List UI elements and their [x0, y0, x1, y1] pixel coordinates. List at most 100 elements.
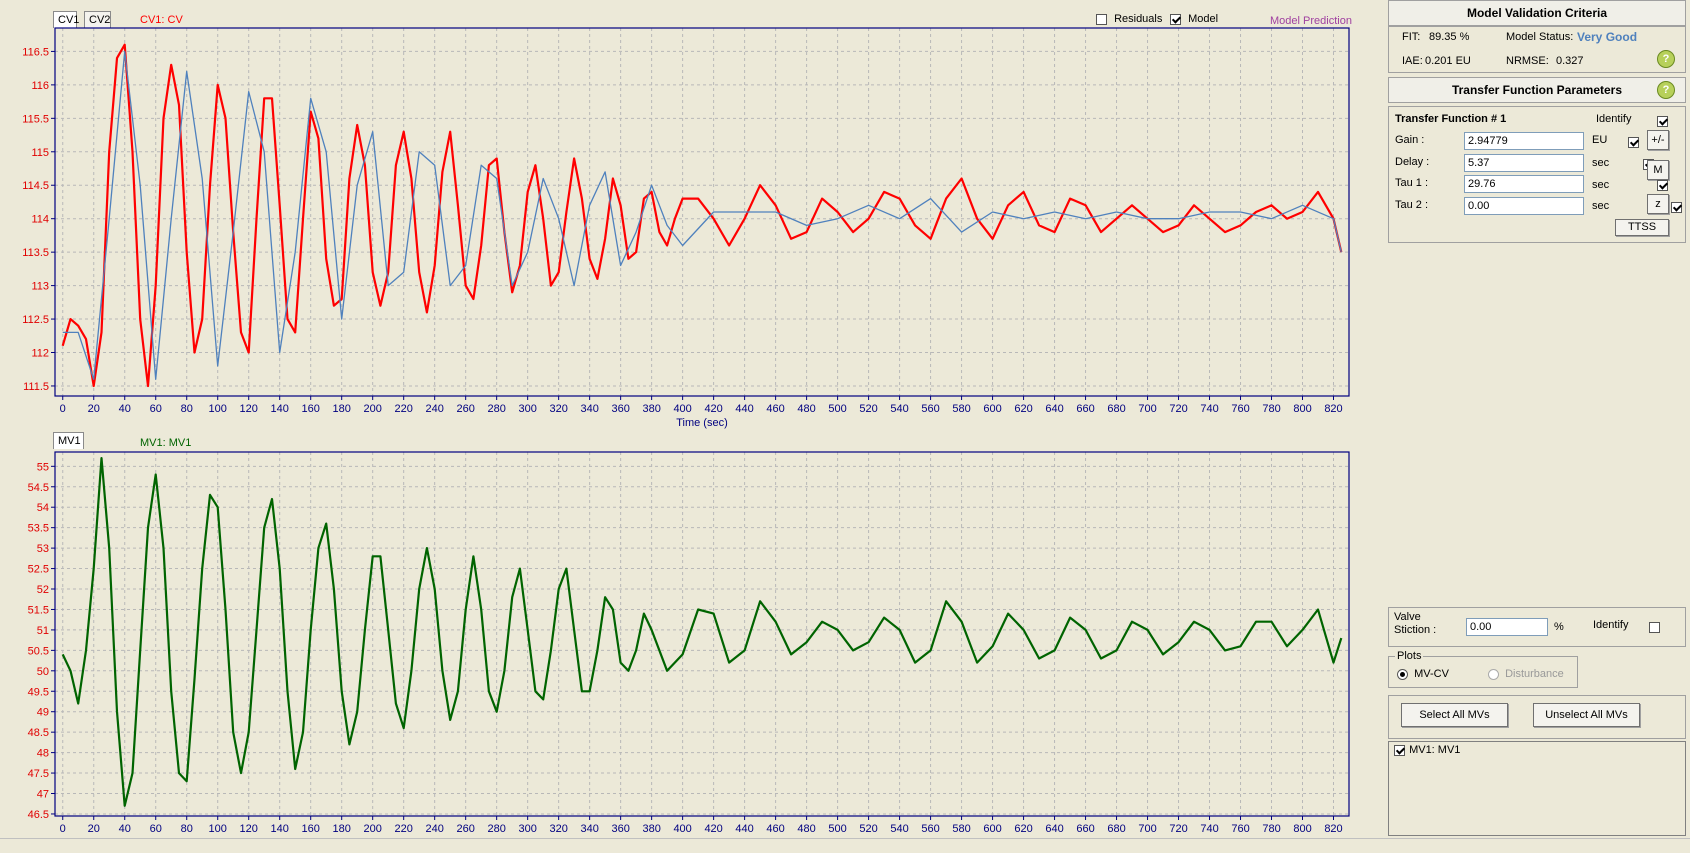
- x-tick-label: 540: [890, 403, 908, 415]
- m-button[interactable]: M: [1647, 160, 1669, 180]
- x-tick-label: 20: [88, 403, 100, 415]
- y-tick-label: 114: [31, 214, 49, 226]
- plot-option-disturbance[interactable]: Disturbance: [1488, 668, 1564, 680]
- valve-unit: %: [1554, 621, 1564, 633]
- y-tick-label: 111.5: [23, 381, 49, 393]
- tf-help-icon[interactable]: ?: [1657, 81, 1675, 99]
- x-tick-label: 300: [518, 823, 536, 835]
- mv-list-item[interactable]: MV1: MV1: [1394, 744, 1460, 756]
- x-tick-label: 260: [456, 403, 474, 415]
- gain-checkbox[interactable]: [1628, 137, 1640, 149]
- x-tick-label: 180: [333, 823, 351, 835]
- plot-option-mvcv[interactable]: MV-CV: [1397, 668, 1449, 680]
- x-tick-label: 500: [828, 403, 846, 415]
- tau2-label: Tau 2 :: [1395, 199, 1429, 211]
- x-tick-label: 780: [1262, 823, 1280, 835]
- select-all-mvs-button[interactable]: Select All MVs: [1401, 703, 1508, 727]
- x-tick-label: 160: [302, 403, 320, 415]
- tau1-checkbox[interactable]: [1657, 180, 1669, 192]
- chart-area: CV1 CV2 CV1: CV Residuals Model Model Pr…: [0, 0, 1382, 852]
- x-tick-label: 440: [735, 823, 753, 835]
- right-panel: Model Validation Criteria FIT: 89.35 % M…: [1385, 0, 1690, 852]
- x-tick-label: 400: [673, 823, 691, 835]
- x-tick-label: 360: [611, 823, 629, 835]
- x-tick-label: 640: [1045, 823, 1063, 835]
- valve-identify-checkbox[interactable]: [1648, 622, 1660, 634]
- delay-label: Delay :: [1395, 156, 1430, 168]
- x-tick-label: 380: [642, 823, 660, 835]
- x-tick-label: 60: [150, 403, 162, 415]
- x-axis-label: Time (sec): [676, 417, 728, 429]
- gain-label: Gain :: [1395, 134, 1425, 146]
- y-tick-label: 51.5: [28, 604, 49, 616]
- x-tick-label: 600: [983, 823, 1001, 835]
- x-tick-label: 480: [797, 403, 815, 415]
- validation-help-icon[interactable]: ?: [1657, 50, 1675, 68]
- y-tick-label: 113.5: [22, 247, 49, 259]
- tau2-field[interactable]: 0.00: [1464, 197, 1584, 215]
- gain-unit: EU: [1592, 134, 1608, 146]
- x-tick-label: 140: [271, 823, 289, 835]
- x-tick-label: 160: [302, 823, 320, 835]
- mv-list-item-checkbox[interactable]: [1394, 744, 1405, 756]
- x-tick-label: 380: [642, 403, 660, 415]
- tf-identify-checkbox[interactable]: [1657, 116, 1668, 128]
- x-tick-label: 20: [88, 823, 100, 835]
- x-tick-label: 600: [983, 403, 1001, 415]
- x-tick-label: 220: [395, 823, 413, 835]
- x-tick-label: 760: [1231, 823, 1249, 835]
- tau2-checkbox[interactable]: [1671, 202, 1683, 214]
- x-tick-label: 400: [673, 403, 691, 415]
- ttss-button[interactable]: TTSS: [1615, 219, 1669, 236]
- y-tick-label: 54.5: [28, 482, 49, 494]
- x-tick-label: 680: [1107, 823, 1125, 835]
- x-tick-label: 480: [797, 823, 815, 835]
- x-tick-label: 100: [209, 823, 227, 835]
- y-tick-label: 47: [37, 789, 49, 801]
- x-tick-label: 140: [271, 403, 289, 415]
- x-tick-label: 580: [952, 403, 970, 415]
- x-tick-label: 180: [333, 403, 351, 415]
- tau1-unit: sec: [1592, 179, 1610, 191]
- tf-title: Transfer Function Parameters: [1451, 83, 1623, 97]
- y-tick-label: 115: [31, 147, 49, 159]
- mvcv-label: MV-CV: [1414, 668, 1449, 680]
- x-tick-label: 660: [1076, 823, 1094, 835]
- x-tick-label: 0: [60, 823, 66, 835]
- x-tick-label: 280: [487, 403, 505, 415]
- y-tick-label: 46.5: [28, 809, 49, 821]
- delay-field[interactable]: 5.37: [1464, 154, 1584, 172]
- z-button[interactable]: z: [1647, 194, 1669, 214]
- x-tick-label: 440: [735, 403, 753, 415]
- nrmse-label: NRMSE:: [1506, 55, 1549, 67]
- tf-identify-label: Identify: [1596, 113, 1632, 125]
- tf-header: Transfer Function Parameters: [1388, 77, 1686, 103]
- y-tick-label: 49: [37, 707, 49, 719]
- iae-label: IAE:: [1402, 55, 1423, 67]
- y-tick-label: 50.5: [28, 645, 49, 657]
- x-tick-label: 320: [549, 823, 567, 835]
- y-tick-label: 49.5: [28, 686, 49, 698]
- y-tick-label: 47.5: [28, 768, 49, 780]
- iae-value: 0.201 EU: [1425, 55, 1471, 67]
- valve-label-1: Valve: [1394, 611, 1421, 623]
- unselect-all-mvs-button[interactable]: Unselect All MVs: [1533, 703, 1640, 727]
- disturbance-radio[interactable]: [1488, 668, 1499, 680]
- y-tick-label: 116: [31, 80, 49, 92]
- x-tick-label: 60: [150, 823, 162, 835]
- x-tick-label: 640: [1045, 403, 1063, 415]
- tf-subtitle: Transfer Function # 1: [1395, 113, 1507, 125]
- tau1-field[interactable]: 29.76: [1464, 175, 1584, 193]
- x-tick-label: 260: [456, 823, 474, 835]
- x-tick-label: 460: [766, 403, 784, 415]
- x-tick-label: 200: [364, 403, 382, 415]
- valve-stiction-field[interactable]: 0.00: [1466, 618, 1548, 636]
- gain-field[interactable]: 2.94779: [1464, 132, 1584, 150]
- nrmse-value: 0.327: [1556, 55, 1584, 67]
- x-tick-label: 520: [859, 823, 877, 835]
- plus-minus-button[interactable]: +/-: [1647, 130, 1669, 150]
- validation-title: Model Validation Criteria: [1466, 6, 1608, 20]
- model-status-label: Model Status:: [1506, 31, 1574, 43]
- mvcv-radio[interactable]: [1397, 668, 1408, 680]
- x-tick-label: 520: [859, 403, 877, 415]
